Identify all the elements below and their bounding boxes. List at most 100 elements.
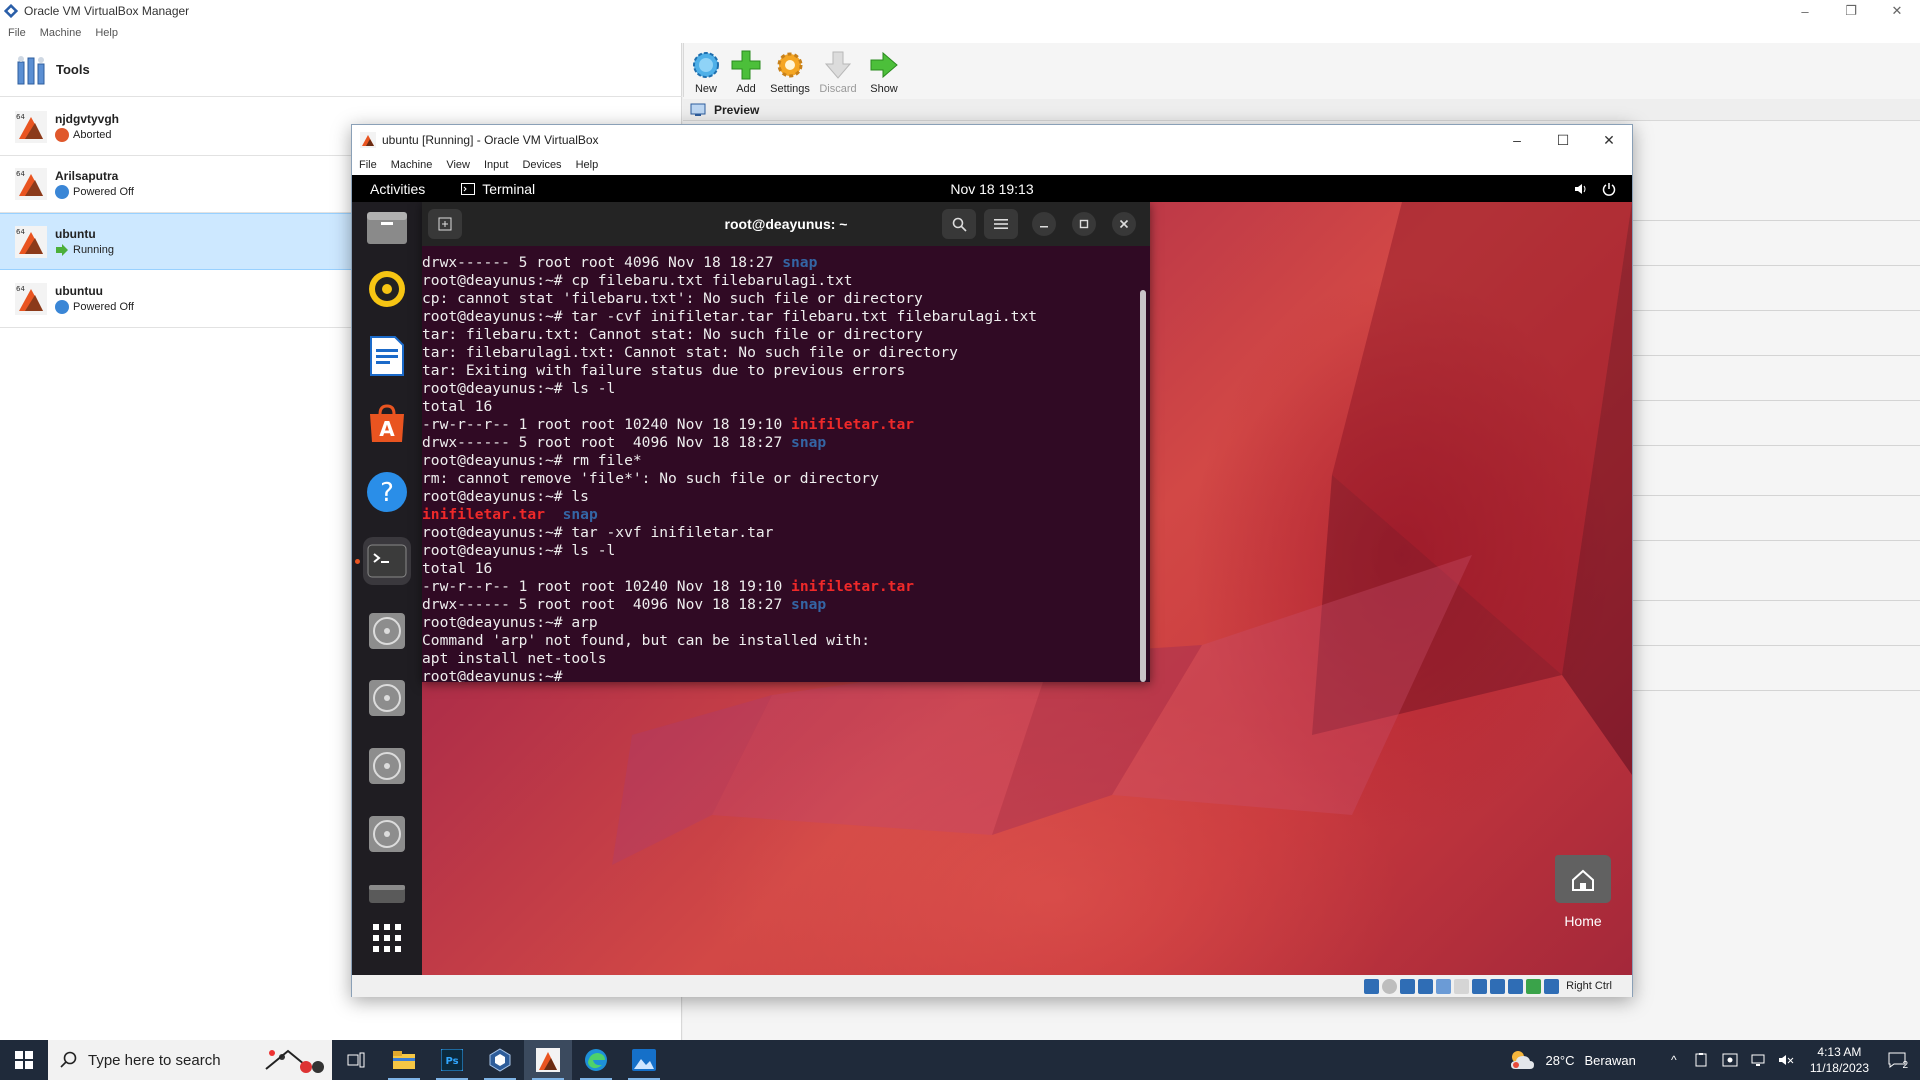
terminal-text: drwx------ 5 root root 4096 Nov 18 18:27: [422, 254, 783, 271]
vm-menu-file[interactable]: File: [359, 159, 377, 171]
optical-drive-icon[interactable]: [1382, 978, 1398, 994]
svg-text:64: 64: [16, 228, 25, 236]
add-button[interactable]: Add: [726, 49, 766, 97]
writer-icon: [370, 336, 404, 376]
dock-rhythmbox[interactable]: [363, 265, 411, 313]
svg-text:64: 64: [16, 113, 25, 121]
vm-menu-view[interactable]: View: [446, 159, 470, 171]
menu-machine[interactable]: Machine: [40, 27, 82, 39]
vm-menu-help[interactable]: Help: [576, 159, 599, 171]
dock-show-apps[interactable]: [363, 914, 411, 962]
discard-button[interactable]: Discard: [814, 49, 862, 97]
tools-item[interactable]: Tools: [0, 43, 682, 97]
discard-label: Discard: [819, 83, 857, 95]
search-icon: [60, 1051, 77, 1068]
vm-menu-input[interactable]: Input: [484, 159, 508, 171]
vm-name: ubuntu: [55, 226, 96, 241]
desktop-home-folder[interactable]: Home: [1543, 855, 1623, 929]
photos-icon: [632, 1049, 656, 1071]
meet-now-icon[interactable]: [1721, 1052, 1739, 1068]
new-tab-button[interactable]: [428, 209, 462, 239]
close-button[interactable]: ✕: [1586, 125, 1632, 155]
terminal-minimize-button[interactable]: [1032, 212, 1056, 236]
gnome-top-bar: Activities Terminal Nov 18 19:13: [352, 175, 1632, 202]
dock-drive[interactable]: [363, 870, 411, 918]
svg-text:?: ?: [380, 478, 394, 508]
hard-disk-icon[interactable]: [1364, 978, 1380, 994]
start-button[interactable]: [0, 1040, 48, 1080]
taskbar-clock[interactable]: 4:13 AM 11/18/2023: [1810, 1044, 1869, 1076]
dock-disc-2[interactable]: [363, 674, 411, 722]
dock-files[interactable]: [363, 204, 411, 252]
gnome-clock[interactable]: Nov 18 19:13: [352, 181, 1632, 197]
show-button[interactable]: Show: [862, 49, 906, 97]
weather-widget[interactable]: 28°C Berawan: [1509, 1049, 1636, 1071]
terminal-text: tar: filebarulagi.txt: Cannot stat: No s…: [422, 344, 958, 361]
activities-button[interactable]: Activities: [370, 181, 425, 197]
new-button[interactable]: New: [686, 49, 726, 97]
taskbar-edge[interactable]: [572, 1040, 620, 1080]
maximize-button[interactable]: ☐: [1540, 125, 1586, 155]
preview-section-header[interactable]: Preview: [683, 99, 1920, 121]
vm-state: Powered Off: [55, 185, 134, 199]
shared-folders-icon[interactable]: [1454, 978, 1470, 994]
search-button[interactable]: [942, 209, 976, 239]
dock-help[interactable]: ?: [363, 468, 411, 516]
terminal-text: snap: [782, 254, 818, 271]
minimize-button[interactable]: –: [1494, 125, 1540, 155]
guest-screen[interactable]: Activities Terminal Nov 18 19:13 A ? roo…: [352, 175, 1632, 975]
usb-icon[interactable]: [1436, 978, 1452, 994]
menu-button[interactable]: [984, 209, 1018, 239]
dock-terminal[interactable]: [363, 537, 411, 585]
audio-icon[interactable]: [1400, 978, 1416, 994]
terminal-close-button[interactable]: [1112, 212, 1136, 236]
dock-app-center[interactable]: A: [363, 400, 411, 448]
taskbar-photos[interactable]: [620, 1040, 668, 1080]
terminal-line: total 16: [422, 398, 1138, 416]
new-icon: [693, 52, 719, 78]
taskbar-file-explorer[interactable]: [380, 1040, 428, 1080]
terminal-window[interactable]: root@deayunus: ~ drwx------ 5 root root …: [422, 202, 1150, 682]
dock-writer[interactable]: [363, 332, 411, 380]
taskbar-photoshop[interactable]: Ps: [428, 1040, 476, 1080]
dock-disc-1[interactable]: [363, 607, 411, 655]
task-view-button[interactable]: [332, 1040, 380, 1080]
notifications-icon[interactable]: 2: [1888, 1052, 1908, 1071]
gnome-system-tray[interactable]: [1574, 182, 1616, 196]
network-icon[interactable]: [1418, 978, 1434, 994]
restore-button[interactable]: ❐: [1828, 0, 1874, 22]
battery-icon[interactable]: [1693, 1052, 1711, 1068]
dock-disc-4[interactable]: [363, 810, 411, 858]
terminal-scrollbar[interactable]: [1140, 290, 1146, 682]
minimize-button[interactable]: –: [1782, 0, 1828, 22]
network-icon[interactable]: [1749, 1052, 1767, 1068]
terminal-text: root@deayunus:~# rm file*: [422, 452, 642, 469]
recording-icon[interactable]: [1490, 978, 1506, 994]
settings-button[interactable]: Settings: [766, 49, 814, 97]
svg-text:64: 64: [16, 285, 25, 293]
taskbar-ubuntu-vm[interactable]: [524, 1040, 572, 1080]
app-menu[interactable]: Terminal: [461, 181, 535, 197]
vm-menu-devices[interactable]: Devices: [522, 159, 561, 171]
display-icon[interactable]: [1472, 978, 1488, 994]
close-button[interactable]: ✕: [1874, 0, 1920, 22]
aborted-icon: [55, 128, 69, 142]
menu-file[interactable]: File: [8, 27, 26, 39]
terminal-line: rm: cannot remove 'file*': No such file …: [422, 470, 1138, 488]
cpu-icon[interactable]: [1508, 978, 1524, 994]
menu-help[interactable]: Help: [95, 27, 118, 39]
running-arrow-icon: [56, 243, 68, 256]
terminal-text: snap: [791, 596, 827, 613]
taskbar-search[interactable]: Type here to search: [48, 1040, 332, 1080]
task-view-icon: [347, 1052, 365, 1068]
mouse-integration-icon[interactable]: [1526, 978, 1542, 994]
terminal-output[interactable]: drwx------ 5 root root 4096 Nov 18 18:27…: [422, 246, 1138, 682]
vm-menu-machine[interactable]: Machine: [391, 159, 433, 171]
dock-disc-3[interactable]: [363, 742, 411, 790]
keyboard-capture-icon[interactable]: [1544, 978, 1560, 994]
taskbar-virtualbox[interactable]: [476, 1040, 524, 1080]
speaker-muted-icon[interactable]: [1777, 1052, 1795, 1068]
terminal-maximize-button[interactable]: [1072, 212, 1096, 236]
chevron-up-icon[interactable]: ^: [1665, 1052, 1683, 1068]
